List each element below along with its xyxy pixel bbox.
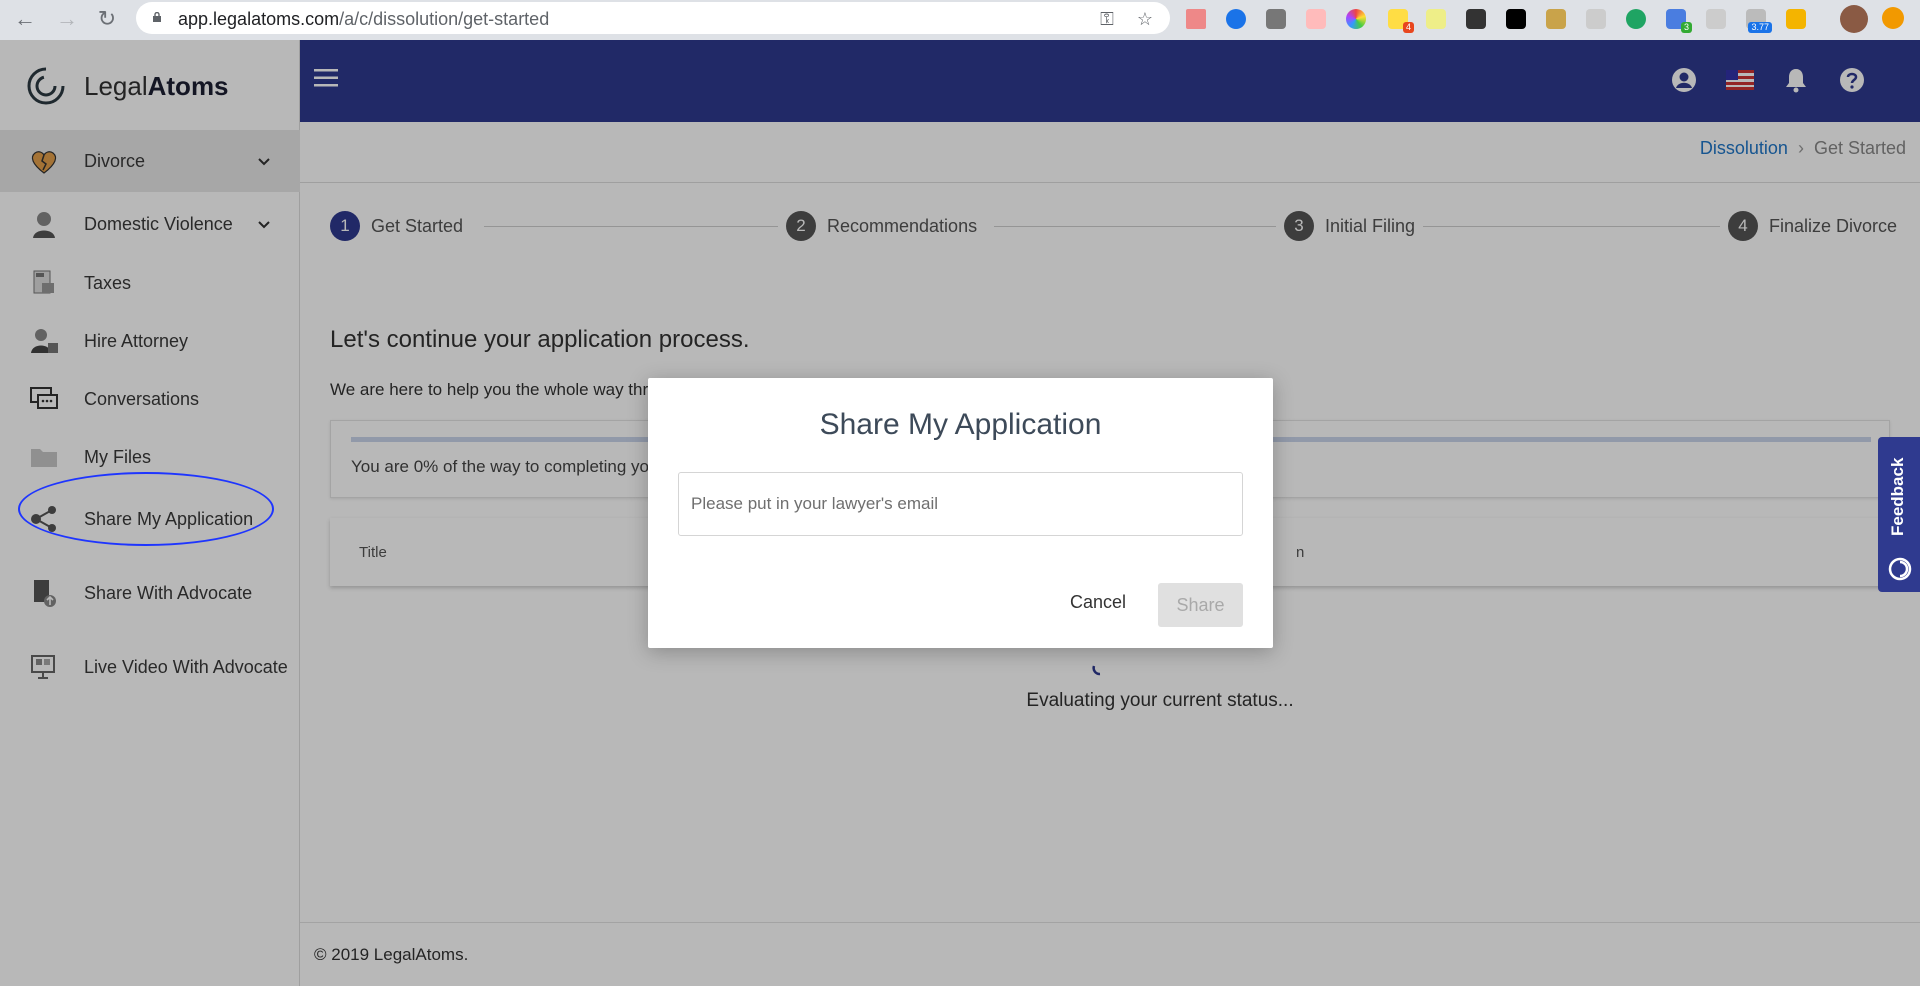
edit-extension-icon[interactable] bbox=[1506, 9, 1526, 29]
folder-extension-icon[interactable] bbox=[1786, 9, 1806, 29]
back-arrow-icon[interactable]: ← bbox=[10, 4, 40, 34]
chat-extension-icon[interactable] bbox=[1626, 9, 1646, 29]
bulb-extension-icon[interactable]: 4 bbox=[1388, 9, 1414, 33]
profile-avatar[interactable] bbox=[1840, 5, 1868, 33]
np-extension-icon[interactable] bbox=[1706, 9, 1726, 29]
share-button[interactable]: Share bbox=[1158, 583, 1243, 627]
json-extension-icon[interactable] bbox=[1266, 9, 1286, 29]
x-extension-icon[interactable] bbox=[1466, 9, 1486, 29]
video-extension-icon[interactable] bbox=[1306, 9, 1326, 29]
reload-icon[interactable]: ↻ bbox=[92, 4, 122, 34]
star-icon[interactable]: ☆ bbox=[1134, 8, 1156, 30]
pencil-extension-icon[interactable] bbox=[1426, 9, 1446, 29]
feedback-tab[interactable]: Feedback bbox=[1878, 437, 1920, 592]
extension-icon[interactable] bbox=[1186, 9, 1206, 29]
lock-extension-icon[interactable] bbox=[1546, 9, 1566, 29]
key-icon[interactable]: ⚿ bbox=[1096, 8, 1118, 30]
alert-icon[interactable] bbox=[1882, 7, 1904, 29]
address-bar[interactable]: app.legalatoms.com/a/c/dissolution/get-s… bbox=[136, 2, 1170, 34]
feedback-label: Feedback bbox=[1888, 457, 1907, 537]
lock-icon bbox=[153, 12, 161, 22]
browser-toolbar: ← → ↻ app.legalatoms.com/a/c/dissolution… bbox=[0, 0, 1920, 40]
color-picker-icon[interactable] bbox=[1346, 9, 1366, 29]
share-application-modal: Share My Application Cancel Share bbox=[648, 378, 1273, 648]
code-extension-icon[interactable]: 3 bbox=[1666, 9, 1692, 33]
bookmark-extension-icon[interactable] bbox=[1226, 9, 1246, 29]
lawyer-email-input[interactable] bbox=[678, 472, 1243, 536]
modal-title: Share My Application bbox=[819, 408, 1102, 441]
gauge-extension-icon[interactable]: 3.77 bbox=[1746, 9, 1772, 33]
cancel-button[interactable]: Cancel bbox=[1058, 584, 1138, 620]
forward-arrow-icon[interactable]: → bbox=[52, 4, 82, 34]
window-extension-icon[interactable] bbox=[1586, 9, 1606, 29]
url-text: app.legalatoms.com/a/c/dissolution/get-s… bbox=[178, 9, 550, 29]
feedback-icon bbox=[1888, 557, 1912, 581]
